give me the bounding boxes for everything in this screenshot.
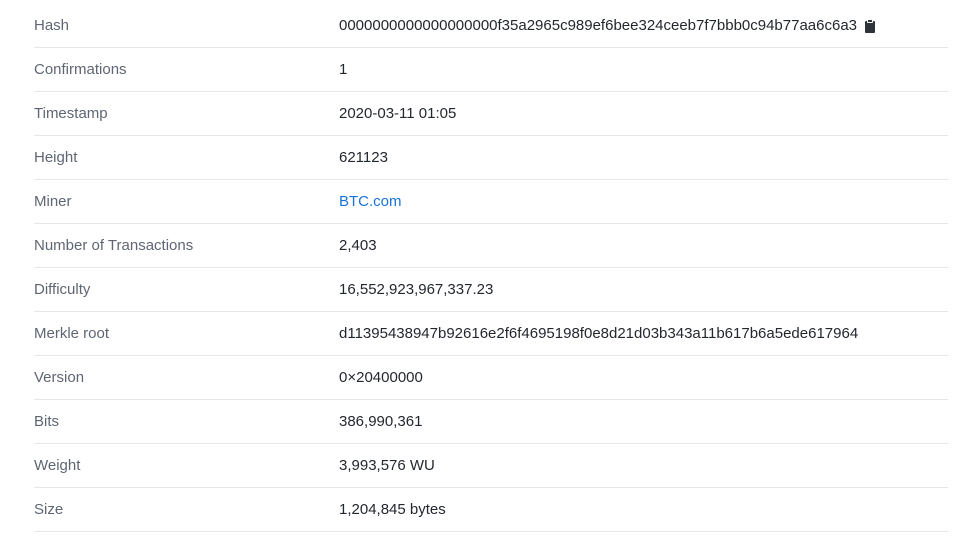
row-value: 3,993,576 WU bbox=[339, 457, 435, 474]
row-difficulty: Difficulty 16,552,923,967,337.23 bbox=[34, 268, 948, 312]
row-value: 1 bbox=[339, 61, 348, 78]
row-number-of-transactions: Number of Transactions 2,403 bbox=[34, 224, 948, 268]
row-value: BTC.com bbox=[339, 193, 402, 210]
row-value: 1,204,845 bytes bbox=[339, 501, 446, 518]
row-value: 386,990,361 bbox=[339, 413, 423, 430]
row-hash: Hash 0000000000000000000f35a2965c989ef6b… bbox=[34, 4, 948, 48]
row-label: Size bbox=[34, 501, 64, 518]
row-miner: Miner BTC.com bbox=[34, 180, 948, 224]
row-label: Version bbox=[34, 369, 85, 386]
row-value: 2020-03-11 01:05 bbox=[339, 105, 457, 122]
miner-link[interactable]: BTC.com bbox=[339, 193, 402, 210]
row-bits: Bits 386,990,361 bbox=[34, 400, 948, 444]
row-label: Timestamp bbox=[34, 105, 108, 122]
row-label: Bits bbox=[34, 413, 60, 430]
hash-value: 0000000000000000000f35a2965c989ef6bee324… bbox=[339, 17, 858, 34]
row-height: Height 621123 bbox=[34, 136, 948, 180]
row-timestamp: Timestamp 2020-03-11 01:05 bbox=[34, 92, 948, 136]
row-value: 2,403 bbox=[339, 237, 377, 254]
row-version: Version 0×20400000 bbox=[34, 356, 948, 400]
row-merkle-root: Merkle root d11395438947b92616e2f6f46951… bbox=[34, 312, 948, 356]
row-weight: Weight 3,993,576 WU bbox=[34, 444, 948, 488]
clipboard-icon[interactable] bbox=[863, 18, 877, 33]
row-label: Hash bbox=[34, 17, 70, 34]
row-value: 16,552,923,967,337.23 bbox=[339, 281, 494, 298]
row-label: Confirmations bbox=[34, 61, 127, 78]
row-value: d11395438947b92616e2f6f4695198f0e8d21d03… bbox=[339, 325, 859, 342]
row-size: Size 1,204,845 bytes bbox=[34, 488, 948, 532]
row-label: Miner bbox=[34, 193, 72, 210]
row-label: Number of Transactions bbox=[34, 237, 194, 254]
row-value: 621123 bbox=[339, 149, 388, 166]
block-details-table: Hash 0000000000000000000f35a2965c989ef6b… bbox=[34, 4, 948, 532]
row-label: Difficulty bbox=[34, 281, 91, 298]
row-value: 0×20400000 bbox=[339, 369, 423, 386]
row-value: 0000000000000000000f35a2965c989ef6bee324… bbox=[339, 17, 877, 34]
row-label: Weight bbox=[34, 457, 81, 474]
row-confirmations: Confirmations 1 bbox=[34, 48, 948, 92]
row-label: Height bbox=[34, 149, 78, 166]
row-label: Merkle root bbox=[34, 325, 110, 342]
